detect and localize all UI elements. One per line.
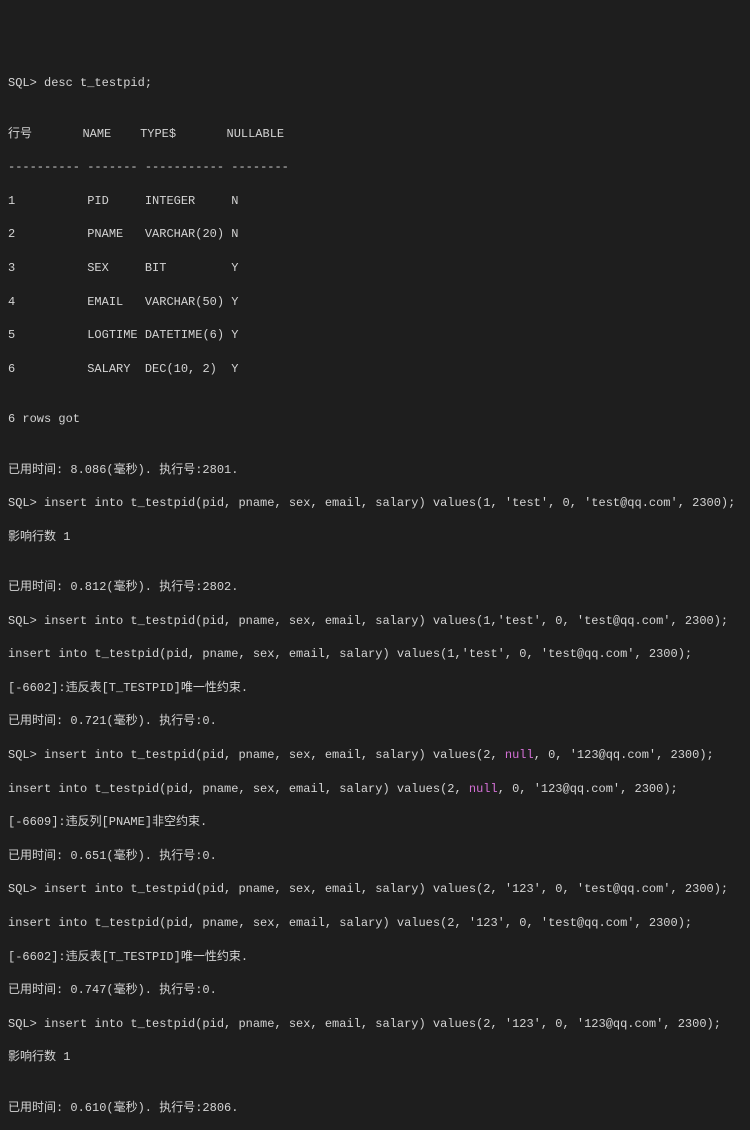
table-row: 6 SALARY DEC(10, 2) Y [8,361,742,378]
col-name: SALARY [87,362,130,376]
col-type: VARCHAR(50) [145,295,224,309]
th-rowno: 行号 [8,127,32,141]
sql-echo-null: insert into t_testpid(pid, pname, sex, e… [8,781,742,798]
col-null: Y [231,295,238,309]
col-type: VARCHAR(20) [145,227,224,241]
th-name: NAME [82,127,111,141]
col-name: LOGTIME [87,328,137,342]
table-row: 2 PNAME VARCHAR(20) N [8,226,742,243]
sql-insert-null: SQL> insert into t_testpid(pid, pname, s… [8,747,742,764]
seg: , 0, '123@qq.com', 2300); [534,748,714,762]
seg: SQL> insert into t_testpid(pid, pname, s… [8,748,505,762]
time-line: 已用时间: 8.086(毫秒). 执行号:2801. [8,462,742,479]
rows-got: 6 rows got [8,411,742,428]
time-line: 已用时间: 0.610(毫秒). 执行号:2806. [8,1100,742,1117]
affected-rows: 影响行数 1 [8,529,742,546]
col-null: Y [231,362,238,376]
col-no: 5 [8,328,15,342]
seg: insert into t_testpid(pid, pname, sex, e… [8,782,469,796]
time-line: 已用时间: 0.747(毫秒). 执行号:0. [8,982,742,999]
th-nullable: NULLABLE [227,127,285,141]
col-no: 1 [8,194,15,208]
th-type: TYPE$ [140,127,176,141]
sql-insert: SQL> insert into t_testpid(pid, pname, s… [8,613,742,630]
col-type: INTEGER [145,194,195,208]
col-null: Y [231,328,238,342]
error-unique: [-6602]:违反表[T_TESTPID]唯一性约束. [8,680,742,697]
col-name: SEX [87,261,109,275]
col-name: PNAME [87,227,123,241]
table-row: 5 LOGTIME DATETIME(6) Y [8,327,742,344]
col-name: PID [87,194,109,208]
command-text: desc t_testpid; [44,76,152,90]
error-notnull: [-6609]:违反列[PNAME]非空约束. [8,814,742,831]
div-rowno: ---------- [8,160,80,174]
time-line: 已用时间: 0.721(毫秒). 执行号:0. [8,713,742,730]
sql-echo: insert into t_testpid(pid, pname, sex, e… [8,646,742,663]
sql-insert: SQL> insert into t_testpid(pid, pname, s… [8,1016,742,1033]
col-type: BIT [145,261,167,275]
col-null: N [231,194,238,208]
col-null: N [231,227,238,241]
terminal-output[interactable]: SQL> desc t_testpid; 行号 NAME TYPE$ NULLA… [8,75,742,1130]
col-no: 2 [8,227,15,241]
div-type: ----------- [145,160,224,174]
col-no: 3 [8,261,15,275]
error-unique: [-6602]:违反表[T_TESTPID]唯一性约束. [8,949,742,966]
col-no: 4 [8,295,15,309]
table-row: 3 SEX BIT Y [8,260,742,277]
seg: , 0, '123@qq.com', 2300); [498,782,678,796]
table-header: 行号 NAME TYPE$ NULLABLE [8,126,742,143]
null-keyword: null [505,748,534,762]
sql-insert: SQL> insert into t_testpid(pid, pname, s… [8,881,742,898]
affected-rows: 影响行数 1 [8,1049,742,1066]
table-row: 1 PID INTEGER N [8,193,742,210]
div-name: ------- [87,160,137,174]
div-nullable: -------- [231,160,289,174]
table-row: 4 EMAIL VARCHAR(50) Y [8,294,742,311]
col-null: Y [231,261,238,275]
time-line: 已用时间: 0.651(毫秒). 执行号:0. [8,848,742,865]
time-line: 已用时间: 0.812(毫秒). 执行号:2802. [8,579,742,596]
col-type: DEC(10, 2) [145,362,217,376]
sql-insert: SQL> insert into t_testpid(pid, pname, s… [8,495,742,512]
table-divider: ---------- ------- ----------- -------- [8,159,742,176]
sql-prompt-desc: SQL> desc t_testpid; [8,75,742,92]
col-name: EMAIL [87,295,123,309]
null-keyword: null [469,782,498,796]
col-type: DATETIME(6) [145,328,224,342]
sql-echo: insert into t_testpid(pid, pname, sex, e… [8,915,742,932]
col-no: 6 [8,362,15,376]
